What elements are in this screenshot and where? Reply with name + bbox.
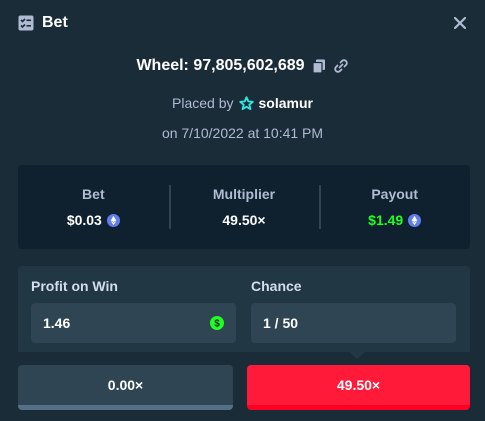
- chance-input[interactable]: 1 / 50: [251, 303, 456, 343]
- placed-by-label: Placed by: [172, 95, 234, 111]
- bet-value: $0.03: [66, 212, 102, 228]
- chance-field: Chance 1 / 50: [251, 278, 456, 343]
- payout-stat: Payout $1.49: [319, 165, 470, 249]
- vip-star-icon: [238, 95, 254, 111]
- payout-label: Payout: [371, 186, 419, 202]
- dollar-coin-icon: $: [210, 316, 224, 330]
- multiplier-value: 49.50×: [222, 212, 266, 228]
- bet-stat: Bet $0.03: [18, 165, 169, 249]
- bet-label: Bet: [82, 186, 105, 202]
- bet-value-row: $0.03: [67, 212, 120, 228]
- game-id-row: Wheel: 97,805,602,689: [0, 57, 485, 75]
- profit-on-win-field: Profit on Win 1.46 $: [31, 278, 236, 343]
- multiplier-label: Multiplier: [212, 186, 276, 202]
- link-icon[interactable]: [333, 58, 349, 74]
- bet-list-icon: [18, 15, 34, 31]
- segment-low-button[interactable]: 0.00×: [18, 365, 233, 410]
- segment-high-button[interactable]: 49.50×: [247, 365, 470, 410]
- bet-summary-card: Bet $0.03 Multiplier 49.50× Payout $1.49: [18, 165, 470, 249]
- profit-on-win-value: 1.46: [43, 315, 71, 331]
- ethereum-icon: [106, 213, 120, 227]
- chance-value: 1 / 50: [263, 315, 299, 331]
- ethereum-icon: [408, 213, 422, 227]
- segment-pointer: [349, 352, 365, 359]
- close-icon[interactable]: [451, 14, 469, 32]
- bet-details-panel: Profit on Win 1.46 $ Chance 1 / 50: [18, 266, 470, 352]
- modal-title: Bet: [42, 14, 68, 31]
- payout-value-row: $1.49: [368, 212, 422, 228]
- profit-on-win-label: Profit on Win: [31, 278, 118, 294]
- game-id-text: Wheel: 97,805,602,689: [136, 57, 305, 74]
- modal-header: Bet: [0, 0, 485, 46]
- bet-timestamp: on 7/10/2022 at 10:41 PM: [161, 125, 324, 141]
- multiplier-stat: Multiplier 49.50×: [168, 165, 320, 249]
- svg-text:$: $: [214, 319, 220, 330]
- profit-on-win-input[interactable]: 1.46 $: [31, 303, 236, 343]
- username-link[interactable]: solamur: [259, 95, 313, 111]
- placed-by-row: Placed by solamur: [0, 95, 485, 111]
- copy-icon[interactable]: [311, 58, 327, 74]
- chance-label: Chance: [251, 278, 302, 294]
- payout-value: $1.49: [368, 212, 404, 228]
